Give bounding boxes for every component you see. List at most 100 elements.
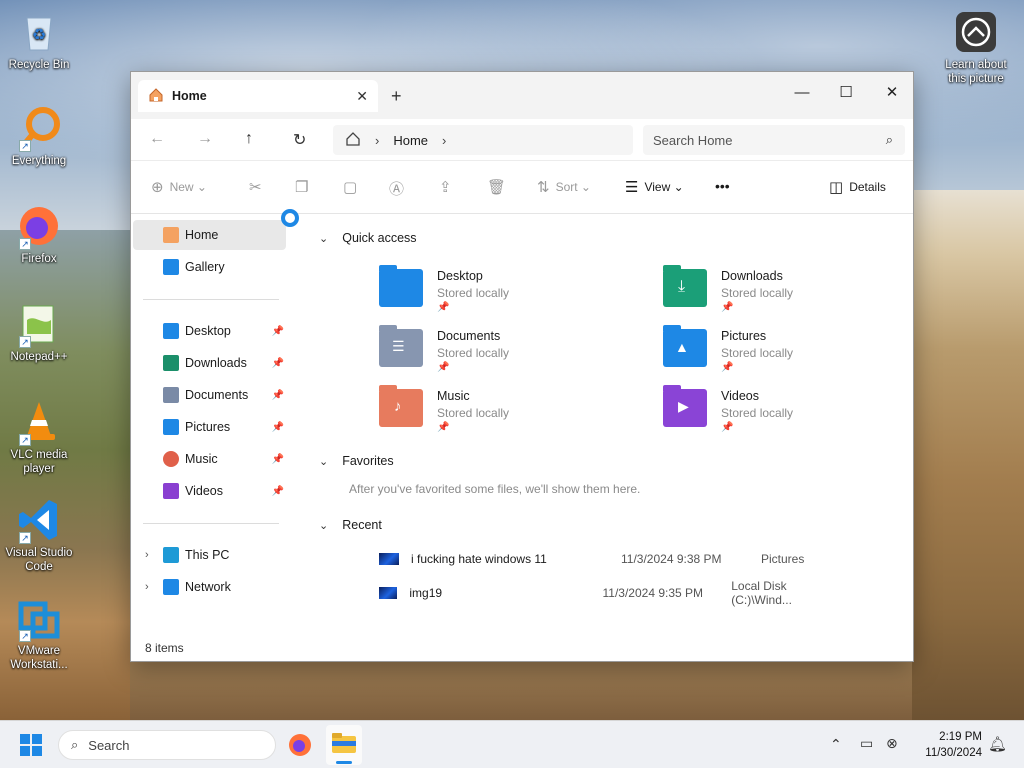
up-button[interactable]: ↑ (245, 130, 253, 148)
sidebar-item-label: Videos (185, 484, 223, 498)
sort-button[interactable]: ⇅ Sort ⌄ (537, 178, 591, 196)
quick-access-item-music[interactable]: ♪ Music Stored locally 📌 (379, 385, 639, 433)
sidebar-item-pictures[interactable]: Pictures 📌 (133, 412, 286, 442)
shortcut-arrow-icon: ↗ (19, 434, 31, 446)
sidebar-item-documents[interactable]: Documents 📌 (133, 380, 286, 410)
pin-icon[interactable]: 📌 (272, 326, 284, 337)
scissors-icon: ✂ (249, 179, 262, 196)
pin-icon[interactable]: 📌 (272, 486, 284, 497)
new-button[interactable]: ⊕ New ⌄ (151, 178, 207, 196)
breadcrumb-home[interactable]: Home (393, 133, 428, 148)
taskbar-file-explorer[interactable] (326, 725, 362, 765)
chevron-right-icon[interactable]: › (145, 549, 149, 561)
desktop-icon-notepadpp[interactable]: ↗ Notepad++ (0, 302, 78, 364)
wallpaper-ground (130, 662, 912, 720)
notepadpp-icon: ↗ (17, 302, 61, 348)
sidebar-item-network[interactable]: › Network (133, 572, 286, 602)
speaker-muted-icon[interactable]: ⊗ (886, 735, 898, 752)
chevron-right-icon[interactable]: › (145, 581, 149, 593)
section-title: Quick access (342, 231, 417, 245)
chevron-up-icon[interactable]: ⌃ (830, 736, 842, 753)
sidebar-divider (143, 299, 279, 300)
documents-icon (163, 387, 179, 403)
pin-icon[interactable]: 📌 (272, 390, 284, 401)
quick-access-item-documents[interactable]: ☰ Documents Stored locally 📌 (379, 325, 639, 373)
quick-access-item-videos[interactable]: ▶ Videos Stored locally 📌 (663, 385, 923, 433)
taskbar-firefox[interactable] (288, 733, 312, 760)
desktop-icon-vscode[interactable]: ↗ Visual Studio Code (0, 498, 78, 574)
sidebar-item-home[interactable]: Home (133, 220, 286, 250)
network-status-icon[interactable]: ▭ (860, 735, 873, 752)
quick-access-item-pictures[interactable]: ▲ Pictures Stored locally 📌 (663, 325, 923, 373)
sidebar-item-label: Pictures (185, 420, 231, 434)
chevron-right-icon[interactable]: › (442, 133, 446, 148)
home-content: ⌄ Quick access Desktop Stored locally 📌 … (301, 215, 905, 625)
close-window-button[interactable]: ✕ (869, 78, 915, 106)
details-button[interactable]: ◫ Details (829, 178, 886, 196)
everything-icon: ↗ (17, 106, 61, 152)
new-tab-button[interactable]: + (391, 86, 402, 107)
start-button[interactable] (20, 734, 42, 759)
quick-access-item-downloads[interactable]: ⤓ Downloads Stored locally 📌 (663, 265, 923, 313)
favorites-header[interactable]: ⌄ Favorites (319, 454, 394, 468)
sidebar-item-music[interactable]: Music 📌 (133, 444, 286, 474)
clock-time: 2:19 PM (939, 731, 982, 743)
recent-file-location: Pictures (761, 552, 805, 566)
maximize-button[interactable]: ☐ (823, 78, 869, 106)
documents-folder-icon: ☰ (379, 325, 423, 367)
share-button[interactable]: ⇪ (439, 178, 458, 196)
more-options-button[interactable]: ••• (715, 178, 730, 194)
address-bar[interactable]: › Home › (333, 125, 633, 155)
tab-home[interactable]: Home ✕ (138, 80, 378, 112)
sidebar-item-gallery[interactable]: Gallery (133, 252, 286, 282)
copy-button[interactable]: ❐ (295, 178, 314, 196)
recent-row[interactable]: i fucking hate windows 11 11/3/2024 9:38… (301, 548, 841, 570)
title-bar[interactable]: Home ✕ + — ☐ ✕ (131, 72, 913, 119)
vmware-icon: ↗ (17, 596, 61, 642)
item-status: Stored locally (721, 346, 794, 360)
pin-icon[interactable]: 📌 (272, 422, 284, 433)
rename-button[interactable]: Ⓐ (389, 178, 410, 199)
item-status: Stored locally (721, 406, 794, 420)
refresh-button[interactable]: ↻ (293, 130, 306, 150)
cut-button[interactable]: ✂ (249, 178, 268, 196)
paste-button[interactable]: ▢ (343, 178, 363, 196)
sidebar-item-this-pc[interactable]: › This PC (133, 540, 286, 570)
search-input[interactable]: Search Home ⌕ (643, 125, 905, 155)
desktop-icon-vlc[interactable]: ↗ VLC media player (0, 400, 78, 476)
chevron-down-icon: ⌄ (319, 232, 329, 245)
sidebar-item-desktop[interactable]: Desktop 📌 (133, 316, 286, 346)
desktop-icon-firefox[interactable]: ↗ Firefox (0, 204, 78, 266)
section-title: Favorites (342, 454, 394, 468)
close-icon[interactable]: ✕ (356, 88, 368, 105)
rename-icon: Ⓐ (389, 181, 405, 198)
view-button[interactable]: ☰ View ⌄ (625, 178, 684, 196)
back-button[interactable]: ← (149, 130, 165, 148)
sidebar-item-downloads[interactable]: Downloads 📌 (133, 348, 286, 378)
view-label: View (644, 180, 671, 194)
recent-row[interactable]: img19 11/3/2024 9:35 PM Local Disk (C:)\… (301, 579, 841, 607)
notification-bell-icon[interactable]: 🔔︎ (988, 735, 1007, 753)
file-explorer-window[interactable]: Home ✕ + — ☐ ✕ ← → ↑ ↻ › Home › Search H… (130, 71, 914, 662)
quick-access-header[interactable]: ⌄ Quick access (319, 231, 417, 245)
quick-access-item-desktop[interactable]: Desktop Stored locally 📌 (379, 265, 639, 313)
pictures-icon (163, 419, 179, 435)
desktop-icon-vmware[interactable]: ↗ VMware Workstati... (0, 596, 78, 672)
delete-button[interactable]: 🗑 (487, 178, 512, 196)
shortcut-arrow-icon: ↗ (19, 140, 31, 152)
pin-icon[interactable]: 📌 (272, 454, 284, 465)
minimize-button[interactable]: — (779, 78, 825, 106)
forward-button[interactable]: → (197, 130, 213, 148)
pin-icon[interactable]: 📌 (272, 358, 284, 369)
desktop-icon-label: Everything (11, 155, 67, 167)
recent-header[interactable]: ⌄ Recent (319, 518, 382, 532)
pin-icon: 📌 (437, 422, 450, 433)
sidebar-item-videos[interactable]: Videos 📌 (133, 476, 286, 506)
desktop-icon-recycle-bin[interactable]: ♻ Recycle Bin (0, 10, 78, 72)
taskbar-search[interactable]: ⌕ Search (58, 730, 276, 760)
item-name: Pictures (721, 329, 767, 343)
clock[interactable]: 2:19 PM 11/30/2024 (912, 729, 982, 761)
details-label: Details (849, 180, 886, 194)
desktop-icon-learn-about-picture[interactable]: Learn about this picture (936, 10, 1016, 86)
desktop-icon-everything[interactable]: ↗ Everything (0, 106, 78, 168)
